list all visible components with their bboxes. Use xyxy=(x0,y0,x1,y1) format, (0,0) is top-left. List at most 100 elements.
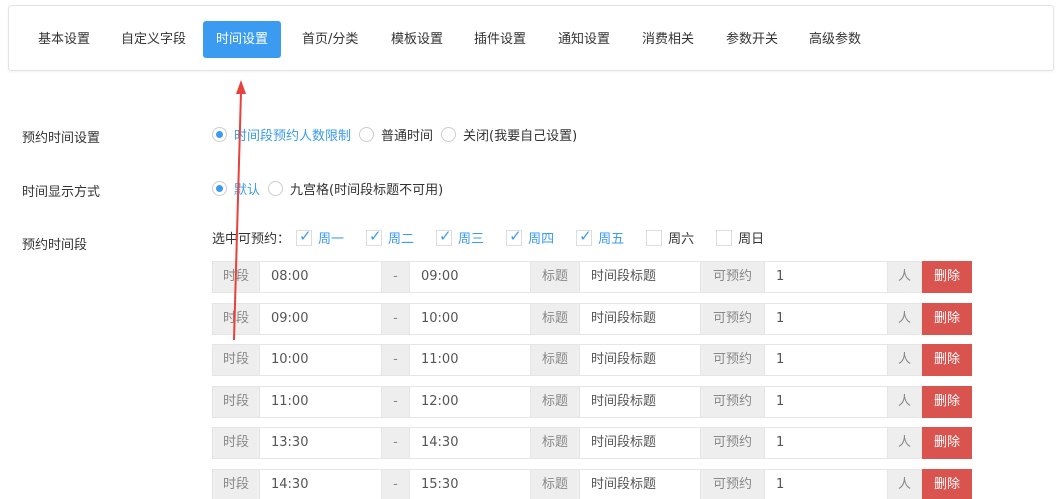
day-label: 周五 xyxy=(598,232,625,247)
slot-title-input[interactable]: 时间段标题 xyxy=(579,427,700,459)
day-label: 周日 xyxy=(738,232,765,247)
radio-circle-icon xyxy=(359,127,375,142)
day-label: 周三 xyxy=(458,232,485,247)
slot-label: 时段 xyxy=(212,386,259,418)
slot-capacity-label: 可预约 xyxy=(700,344,764,376)
slot-capacity-label: 可预约 xyxy=(700,386,764,418)
tab-consumption[interactable]: 消费相关 xyxy=(629,21,707,58)
slot-capacity-input[interactable]: 1 xyxy=(764,344,887,376)
slot-title-label: 标题 xyxy=(530,386,579,418)
delete-slot-button[interactable]: 删除 xyxy=(922,261,972,293)
time-slots-label: 预约时间段 xyxy=(22,238,88,253)
slot-capacity-input[interactable]: 1 xyxy=(764,427,887,459)
tab-notification-settings[interactable]: 通知设置 xyxy=(545,21,623,58)
available-days-row: 选中可预约： 周一 周二 周三 周四 周五 周六 周日 xyxy=(212,227,786,248)
time-slot-row: 时段 13:30 - 14:30 标题 时间段标题 可预约 1 人 删除 xyxy=(212,427,972,459)
slot-title-input[interactable]: 时间段标题 xyxy=(579,386,700,418)
tab-time-settings[interactable]: 时间设置 xyxy=(203,21,282,58)
day-label: 周二 xyxy=(388,232,415,247)
display-mode-option-grid[interactable]: 九宫格(时间段标题不可用) xyxy=(268,179,443,198)
day-label: 周四 xyxy=(528,232,555,247)
slot-label: 时段 xyxy=(212,427,259,459)
day-checkbox-sun[interactable]: 周日 xyxy=(716,228,764,247)
slot-start-input[interactable]: 10:00 xyxy=(259,344,381,376)
delete-slot-button[interactable]: 删除 xyxy=(922,386,972,418)
slot-title-label: 标题 xyxy=(530,261,579,293)
day-checkbox-sat[interactable]: 周六 xyxy=(646,228,694,247)
slot-label: 时段 xyxy=(212,261,259,293)
slot-start-input[interactable]: 11:00 xyxy=(259,386,381,418)
day-checkbox-tue[interactable]: 周二 xyxy=(366,227,415,247)
slot-capacity-input[interactable]: 1 xyxy=(764,261,887,293)
tab-custom-fields[interactable]: 自定义字段 xyxy=(108,21,199,58)
slot-unit: 人 xyxy=(887,344,922,376)
tab-home-category[interactable]: 首页/分类 xyxy=(289,21,371,58)
time-slot-row: 时段 11:00 - 12:00 标题 时间段标题 可预约 1 人 删除 xyxy=(212,386,972,418)
slot-title-input[interactable]: 时间段标题 xyxy=(579,344,700,376)
day-checkbox-thu[interactable]: 周四 xyxy=(506,227,555,247)
slot-start-input[interactable]: 14:30 xyxy=(259,469,381,499)
slot-label: 时段 xyxy=(212,344,259,376)
slot-title-label: 标题 xyxy=(530,469,579,499)
slot-end-input[interactable]: 10:00 xyxy=(409,303,530,335)
checkbox-icon xyxy=(436,227,453,246)
booking-time-option-off[interactable]: 关闭(我要自己设置) xyxy=(441,125,577,144)
slot-unit: 人 xyxy=(887,386,922,418)
checkbox-icon xyxy=(506,227,523,246)
slot-unit: 人 xyxy=(887,303,922,335)
display-mode-option-default[interactable]: 默认 xyxy=(212,179,260,198)
slot-title-input[interactable]: 时间段标题 xyxy=(579,261,700,293)
day-checkbox-mon[interactable]: 周一 xyxy=(296,227,345,247)
radio-circle-icon xyxy=(441,127,457,142)
time-slot-row: 时段 08:00 - 09:00 标题 时间段标题 可预约 1 人 删除 xyxy=(212,261,972,293)
slot-unit: 人 xyxy=(887,469,922,499)
booking-time-option-slot-limit[interactable]: 时间段预约人数限制 xyxy=(212,125,351,144)
delete-slot-button[interactable]: 删除 xyxy=(922,303,972,335)
slot-label: 时段 xyxy=(212,469,259,499)
slot-unit: 人 xyxy=(887,427,922,459)
booking-time-label: 预约时间设置 xyxy=(22,131,101,146)
time-slot-row: 时段 10:00 - 11:00 标题 时间段标题 可预约 1 人 删除 xyxy=(212,344,972,376)
slot-end-input[interactable]: 14:30 xyxy=(409,427,530,459)
settings-tab-bar: 基本设置 自定义字段 时间设置 首页/分类 模板设置 插件设置 通知设置 消费相… xyxy=(8,5,1054,71)
day-checkbox-wed[interactable]: 周三 xyxy=(436,227,485,247)
slot-end-input[interactable]: 11:00 xyxy=(409,344,530,376)
delete-slot-button[interactable]: 删除 xyxy=(922,427,972,459)
checkbox-icon xyxy=(576,227,593,246)
radio-label: 时间段预约人数限制 xyxy=(234,129,352,144)
radio-label: 关闭(我要自己设置) xyxy=(463,129,578,144)
slot-start-input[interactable]: 08:00 xyxy=(259,261,381,293)
time-slot-row: 时段 09:00 - 10:00 标题 时间段标题 可预约 1 人 删除 xyxy=(212,303,972,335)
checkbox-icon xyxy=(296,227,313,246)
slot-capacity-label: 可预约 xyxy=(700,469,764,499)
slot-end-input[interactable]: 09:00 xyxy=(409,261,530,293)
available-days-label: 选中可预约： xyxy=(212,232,291,247)
slot-end-input[interactable]: 12:00 xyxy=(409,386,530,418)
slot-title-input[interactable]: 时间段标题 xyxy=(579,469,700,499)
day-label: 周一 xyxy=(318,232,345,247)
slot-title-label: 标题 xyxy=(530,303,579,335)
day-checkbox-fri[interactable]: 周五 xyxy=(576,227,625,247)
slot-capacity-input[interactable]: 1 xyxy=(764,303,887,335)
slot-title-label: 标题 xyxy=(530,344,579,376)
slot-capacity-input[interactable]: 1 xyxy=(764,469,887,499)
delete-slot-button[interactable]: 删除 xyxy=(922,469,972,499)
slot-end-input[interactable]: 15:30 xyxy=(409,469,530,499)
slot-start-input[interactable]: 13:30 xyxy=(259,427,381,459)
booking-time-option-normal[interactable]: 普通时间 xyxy=(359,125,433,144)
tab-basic-settings[interactable]: 基本设置 xyxy=(25,21,103,58)
tab-template-settings[interactable]: 模板设置 xyxy=(378,21,456,58)
delete-slot-button[interactable]: 删除 xyxy=(922,344,972,376)
tab-parameter-switches[interactable]: 参数开关 xyxy=(713,21,791,58)
slot-title-input[interactable]: 时间段标题 xyxy=(579,303,700,335)
tab-plugin-settings[interactable]: 插件设置 xyxy=(461,21,539,58)
slot-capacity-input[interactable]: 1 xyxy=(764,386,887,418)
slot-separator: - xyxy=(381,469,409,499)
radio-label: 普通时间 xyxy=(381,129,434,144)
slot-start-input[interactable]: 09:00 xyxy=(259,303,381,335)
slot-title-label: 标题 xyxy=(530,427,579,459)
radio-circle-icon xyxy=(212,181,227,196)
radio-circle-icon xyxy=(212,127,227,142)
checkbox-icon xyxy=(646,229,663,246)
tab-advanced-parameters[interactable]: 高级参数 xyxy=(796,21,874,58)
